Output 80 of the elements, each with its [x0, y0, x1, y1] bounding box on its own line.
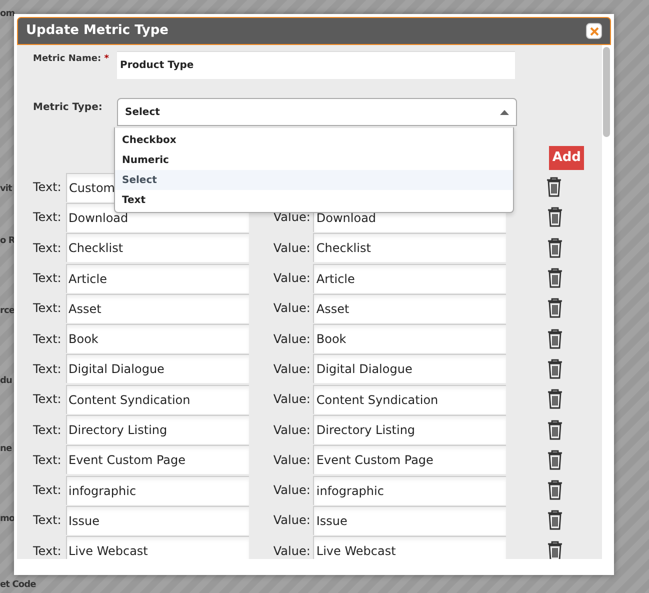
- dropdown-option[interactable]: Checkbox: [115, 130, 513, 150]
- dropdown-option[interactable]: Select: [115, 170, 513, 190]
- trash-icon[interactable]: [546, 238, 563, 258]
- text-label: Text:: [33, 422, 62, 439]
- text-field[interactable]: Book: [66, 324, 250, 354]
- value-label: Value:: [273, 360, 310, 378]
- close-button[interactable]: [586, 23, 602, 39]
- background-label: ne: [0, 443, 12, 456]
- value-label: Value:: [273, 240, 310, 257]
- text-label: Text:: [33, 542, 62, 559]
- field-label: Metric Type:: [33, 101, 104, 115]
- text-label: Text:: [33, 209, 62, 226]
- background-label: vit: [0, 183, 12, 196]
- value-label: Value:: [273, 391, 310, 408]
- caret-icon: [500, 110, 509, 114]
- value-field[interactable]: Directory Listing: [313, 415, 506, 444]
- text-label: Text:: [33, 360, 62, 378]
- trash-icon[interactable]: [546, 540, 563, 559]
- scrollbar[interactable]: [602, 45, 611, 559]
- trash-icon[interactable]: [546, 358, 563, 379]
- value-field[interactable]: Digital Dialogue: [313, 354, 506, 384]
- text-label: Text:: [33, 452, 62, 469]
- value-label: Value:: [273, 270, 310, 288]
- text-field[interactable]: Checklist: [66, 233, 250, 262]
- background-label: et Code: [0, 579, 36, 592]
- text-field[interactable]: Directory Listing: [66, 415, 250, 444]
- text-field[interactable]: Digital Dialogue: [66, 354, 250, 384]
- trash-icon[interactable]: [546, 450, 563, 470]
- text-field[interactable]: infographic: [66, 476, 250, 505]
- background-label: rce: [0, 305, 15, 318]
- value-label: Value:: [273, 512, 310, 530]
- text-label: Text:: [33, 512, 62, 530]
- text-field[interactable]: Live Webcast: [66, 536, 250, 559]
- add-button[interactable]: Add: [549, 146, 584, 170]
- text-label: Text:: [33, 240, 62, 257]
- background-label: mo: [0, 513, 15, 526]
- value-field[interactable]: Content Syndication: [313, 384, 506, 414]
- metric-type-select[interactable]: Select: [117, 98, 517, 126]
- text-field[interactable]: Article: [66, 264, 250, 293]
- trash-icon[interactable]: [546, 207, 563, 228]
- value-field[interactable]: Live Webcast: [313, 536, 506, 559]
- dialog-title: Update Metric Type: [26, 22, 168, 40]
- text-field[interactable]: Issue: [66, 506, 250, 535]
- text-field[interactable]: Event Custom Page: [66, 445, 250, 474]
- text-label: Text:: [33, 300, 62, 318]
- value-label: Value:: [273, 542, 310, 559]
- value-field[interactable]: Issue: [313, 506, 506, 535]
- trash-icon[interactable]: [546, 298, 563, 318]
- dropdown-option[interactable]: Numeric: [115, 150, 513, 170]
- value-field[interactable]: Checklist: [313, 233, 506, 262]
- text-label: Text:: [33, 270, 62, 288]
- value-label: Value:: [273, 422, 310, 439]
- value-label: Value:: [273, 330, 310, 348]
- background-label: om: [0, 8, 15, 21]
- value-field[interactable]: Article: [313, 264, 506, 293]
- trash-icon[interactable]: [546, 389, 563, 410]
- text-label: Text:: [33, 330, 62, 348]
- trash-icon[interactable]: [546, 177, 562, 198]
- value-label: Value:: [273, 300, 310, 318]
- trash-icon[interactable]: [546, 480, 563, 500]
- value-field[interactable]: Asset: [313, 294, 506, 323]
- trash-icon[interactable]: [546, 328, 563, 349]
- text-field[interactable]: Content Syndication: [66, 384, 250, 414]
- field-label: Metric Name: *: [33, 53, 110, 66]
- value-field[interactable]: Event Custom Page: [313, 445, 506, 474]
- metric-name-field[interactable]: Product Type: [117, 51, 515, 79]
- text-label: Text:: [33, 482, 62, 500]
- trash-icon[interactable]: [546, 268, 563, 288]
- scrollbar-thumb[interactable]: [603, 47, 610, 137]
- text-label: Text:: [33, 391, 62, 408]
- value-field[interactable]: infographic: [313, 476, 506, 505]
- text-label: Text:: [33, 179, 62, 196]
- value-field[interactable]: Book: [313, 324, 506, 354]
- trash-icon[interactable]: [546, 420, 563, 440]
- value-label: Value:: [273, 209, 310, 226]
- value-label: Value:: [273, 482, 310, 500]
- text-field[interactable]: Asset: [66, 294, 250, 323]
- value-label: Value:: [273, 452, 310, 469]
- trash-icon[interactable]: [546, 510, 563, 530]
- background-label: du: [0, 375, 12, 388]
